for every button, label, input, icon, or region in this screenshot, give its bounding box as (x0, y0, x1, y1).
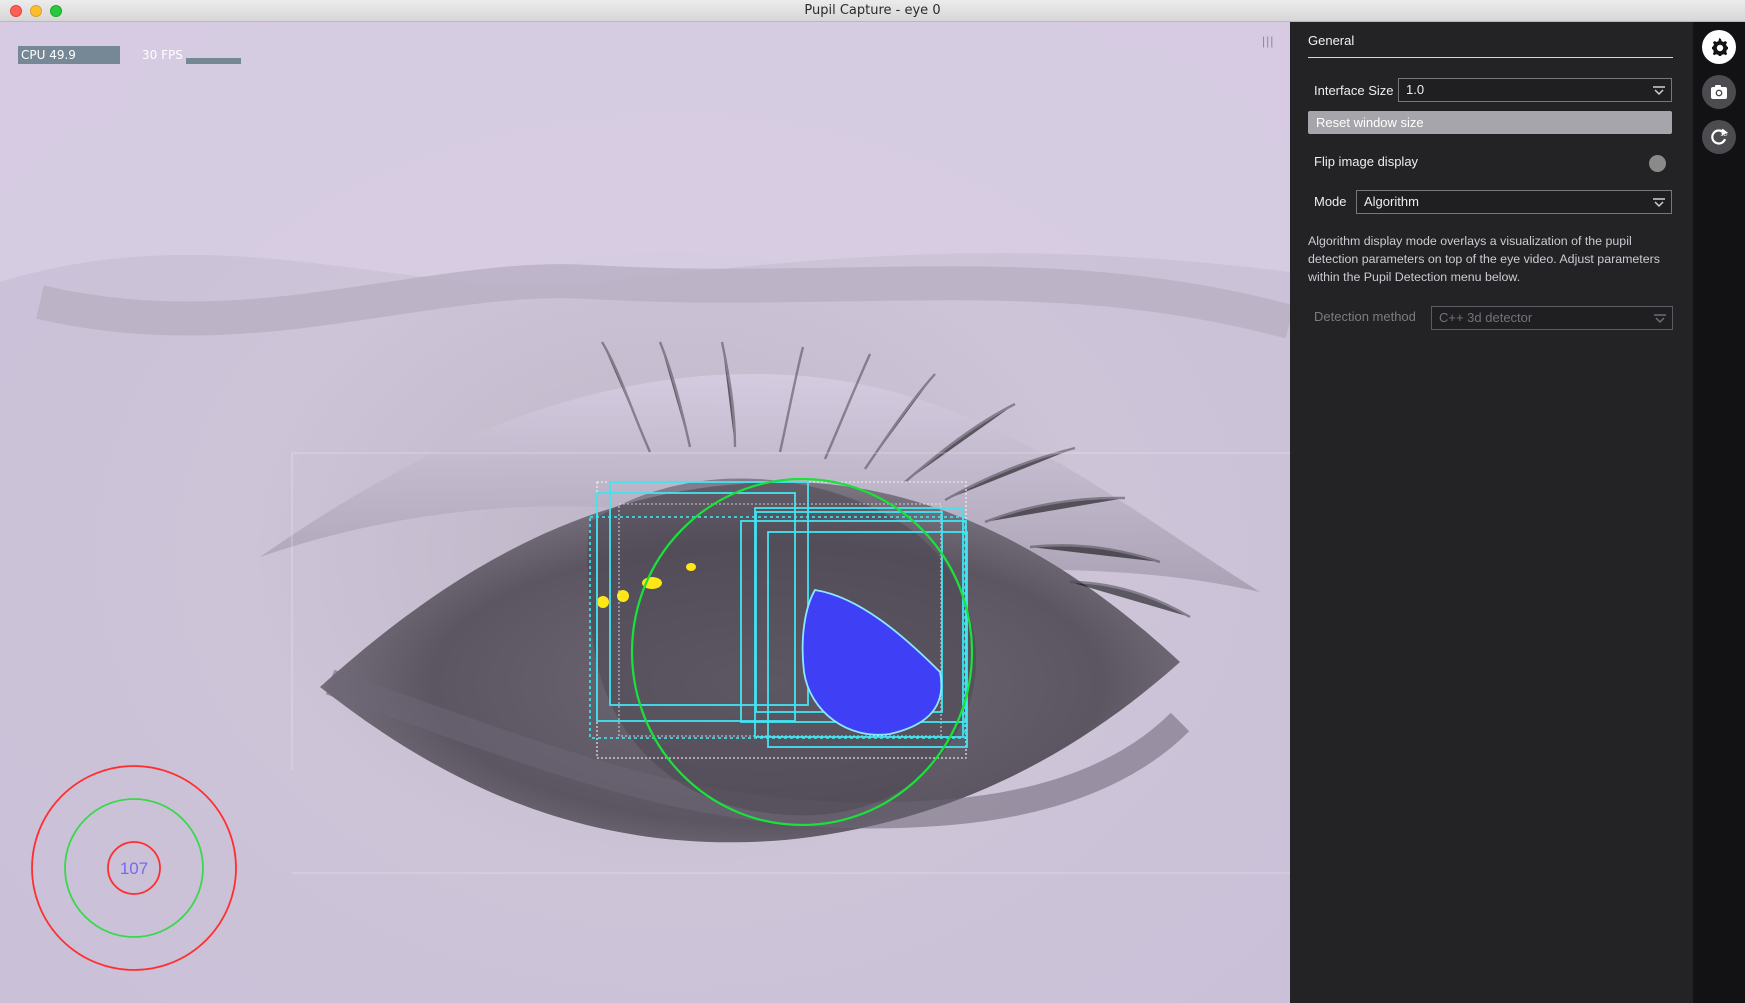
pupil-capture-window: Pupil Capture - eye 0 107 CPU 49.9 30 FP… (0, 0, 1745, 1003)
algorithm-help-text: Algorithm display mode overlays a visual… (1308, 234, 1660, 284)
detection-method-value: C++ 3d detector (1439, 310, 1533, 325)
camera-icon (1711, 85, 1727, 99)
mode-value: Algorithm (1364, 194, 1419, 209)
chevron-down-icon (1654, 314, 1666, 324)
chevron-down-icon (1653, 198, 1665, 208)
chevron-down-icon (1653, 86, 1665, 96)
eye-video-view[interactable]: 107 CPU 49.9 30 FPS ||| (0, 22, 1290, 1003)
flip-image-display-toggle[interactable] (1649, 155, 1666, 172)
section-divider (1308, 57, 1673, 58)
interface-size-value: 1.0 (1406, 82, 1425, 97)
svg-text:3D: 3D (1721, 132, 1728, 138)
interface-size-select[interactable]: 1.0 (1398, 78, 1672, 102)
settings-button[interactable] (1702, 30, 1736, 64)
confidence-value: 107 (120, 859, 148, 878)
reset-3d-model-icon: 3D (1711, 128, 1729, 145)
cpu-graph: CPU 49.9 (18, 46, 120, 64)
mode-select[interactable]: Algorithm (1356, 190, 1672, 214)
general-section-title: General (1308, 33, 1355, 48)
fps-graph-bar (186, 58, 241, 64)
menu-grip-icon[interactable]: ||| (1262, 34, 1274, 48)
mode-label: Mode (1314, 194, 1347, 209)
interface-size-label: Interface Size (1314, 83, 1394, 98)
settings-gear-icon (1712, 38, 1728, 56)
capture-image-button[interactable] (1702, 75, 1736, 109)
eye-video-frame: 107 (0, 22, 1290, 1003)
detection-method-select: C++ 3d detector (1431, 306, 1673, 330)
reset-model-button[interactable]: 3D (1702, 120, 1736, 154)
window-titlebar: Pupil Capture - eye 0 (0, 0, 1745, 22)
right-icon-strip: 3D (1693, 22, 1745, 1003)
general-menu-panel: General Interface Size 1.0 Reset window … (1290, 22, 1693, 1003)
detection-method-label: Detection method (1314, 309, 1416, 324)
window-title: Pupil Capture - eye 0 (804, 3, 941, 18)
reset-window-size-button[interactable]: Reset window size (1308, 111, 1672, 134)
flip-image-display-label: Flip image display (1314, 154, 1419, 169)
